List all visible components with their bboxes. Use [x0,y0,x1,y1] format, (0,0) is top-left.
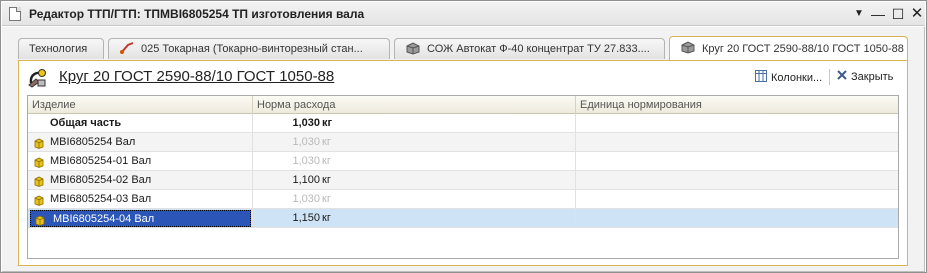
table-row[interactable]: MBI6805254-01 Вал 1,030 кг [28,152,898,171]
close-panel-button[interactable]: Закрыть [837,70,893,83]
maximize-button[interactable]: ☐ [889,5,907,23]
window-menu-button[interactable]: ▼ [850,5,868,23]
table-row[interactable]: Общая часть 1,030 кг [28,114,898,133]
table-row-selected[interactable]: MBI6805254-04 Вал 1,150 кг [28,209,898,228]
norm-value: 1,030 [292,136,320,148]
minimize-button[interactable]: — [869,5,887,23]
panel-title[interactable]: Круг 20 ГОСТ 2590-88/10 ГОСТ 1050-88 [59,68,334,85]
tab-coolant-material[interactable]: СОЖ Автокат Ф-40 концентрат ТУ 27.833...… [394,38,665,59]
window-title: Редактор ТТП/ГТП: ТПМВI6805254 ТП изгото… [29,6,365,21]
material-panel: Круг 20 ГОСТ 2590-88/10 ГОСТ 1050-88 Кол… [18,60,908,266]
selected-cell-focus[interactable]: MBI6805254-04 Вал [30,210,251,227]
item-icon [34,194,44,206]
tab-bar-material[interactable]: Круг 20 ГОСТ 2590-88/10 ГОСТ 1050-88 [669,36,908,60]
unit-cell [576,171,898,190]
item-cell: MBI6805254-01 Вал [28,152,253,171]
tab-label: СОЖ Автокат Ф-40 концентрат ТУ 27.833...… [427,43,650,55]
norm-unit: кг [322,212,331,224]
norm-unit: кг [322,174,331,186]
column-header-unit[interactable]: Единица нормирования [576,96,898,114]
unit-cell [576,152,898,171]
item-name: MBI6805254-01 Вал [50,155,152,167]
tab-label: Круг 20 ГОСТ 2590-88/10 ГОСТ 1050-88 [702,42,904,55]
editor-window: Редактор ТТП/ГТП: ТПМВI6805254 ТП изгото… [0,0,927,273]
norm-cell: 1,030 кг [253,190,576,209]
norm-cell: 1,030 кг [253,152,576,171]
item-name: MBI6805254-02 Вал [50,174,152,186]
item-cell: MBI6805254 Вал [28,133,253,152]
unit-cell [576,190,898,209]
norm-value: 1,150 [292,212,320,224]
item-cell: MBI6805254-04 Вал [28,209,253,228]
item-name: Общая часть [50,117,122,129]
item-name: MBI6805254 Вал [50,136,136,148]
panel-header: Круг 20 ГОСТ 2590-88/10 ГОСТ 1050-88 Кол… [19,61,907,93]
norm-cell: 1,030 кг [253,114,576,133]
norms-table: Изделие Норма расхода Единица нормирован… [27,95,899,259]
table-row[interactable]: MBI6805254-03 Вал 1,030 кг [28,190,898,209]
norm-unit: кг [322,155,331,167]
tab-bar: Технология 025 Токарная (Токарно-винторе… [18,36,908,60]
tab-turning-operation[interactable]: 025 Токарная (Токарно-винторезный стан..… [108,38,390,59]
tab-label: Технология [29,43,88,55]
column-header-item[interactable]: Изделие [28,96,253,114]
form-content: Технология 025 Токарная (Токарно-винторе… [2,27,925,272]
unit-cell [576,209,898,228]
norm-cell: 1,150 кг [253,209,576,228]
tab-technology[interactable]: Технология [18,38,104,59]
item-cell: Общая часть [28,114,253,133]
norm-value: 1,100 [292,174,320,186]
table-row[interactable]: MBI6805254-02 Вал 1,100 кг [28,171,898,190]
material-icon [405,41,421,58]
close-window-button[interactable]: ✕ [908,5,926,23]
columns-button[interactable]: Колонки... [755,70,822,85]
norm-cell: 1,100 кг [253,171,576,190]
column-header-norm[interactable]: Норма расхода [253,96,576,114]
unit-cell [576,133,898,152]
norm-unit: кг [322,136,331,148]
norm-value: 1,030 [292,155,320,167]
item-cell: MBI6805254-02 Вал [28,171,253,190]
title-bar: Редактор ТТП/ГТП: ТПМВI6805254 ТП изгото… [2,2,925,26]
norm-unit: кг [322,193,331,205]
document-icon [9,6,21,21]
tab-label: 025 Токарная (Токарно-винторезный стан..… [141,43,363,55]
item-name: MBI6805254-04 Вал [53,213,155,225]
norm-value: 1,030 [292,117,320,129]
lathe-icon [119,41,135,58]
toolbar-divider [829,69,830,85]
close-icon [837,70,847,83]
item-icon [34,137,44,149]
unit-cell [576,114,898,133]
table-row[interactable]: MBI6805254 Вал 1,030 кг [28,133,898,152]
material-icon [680,40,696,57]
item-name: MBI6805254-03 Вал [50,193,152,205]
close-label: Закрыть [851,70,894,83]
norm-value: 1,030 [292,193,320,205]
material-norm-icon [27,67,49,89]
columns-label: Колонки... [771,71,823,84]
item-icon [34,175,44,187]
norm-unit: кг [322,117,333,129]
columns-icon [755,70,767,85]
norm-cell: 1,030 кг [253,133,576,152]
item-icon [35,214,45,226]
item-cell: MBI6805254-03 Вал [28,190,253,209]
table-header: Изделие Норма расхода Единица нормирован… [28,96,898,114]
item-icon [34,156,44,168]
